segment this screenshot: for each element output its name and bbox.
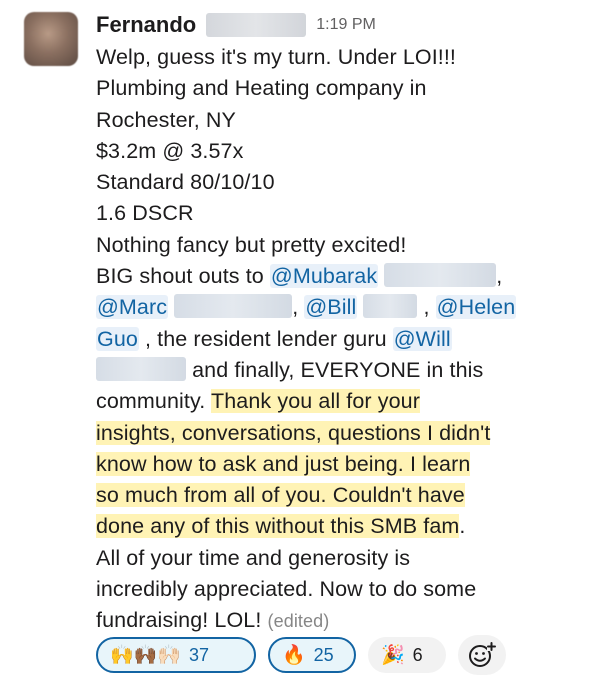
lender-text: , the resident lender guru	[138, 326, 393, 351]
reaction-count: 25	[313, 644, 334, 665]
mention-helen-surname[interactable]: Guo	[96, 326, 139, 351]
highlighted-text: know how to ask and just being. I learn	[96, 451, 471, 476]
mention-mubarak[interactable]: @Mubarak	[269, 264, 379, 289]
highlighted-text: insights, conversations, questions I did…	[96, 420, 491, 445]
message-line: community. Thank you all for your	[96, 386, 574, 417]
redacted-name	[174, 294, 293, 319]
message-header: Fernando 1:19 PM	[96, 10, 376, 40]
mention-marc[interactable]: @Marc	[96, 295, 169, 320]
message-line: and finally, EVERYONE in this	[96, 355, 574, 386]
author-name[interactable]: Fernando	[96, 12, 196, 38]
redacted-name	[96, 356, 186, 381]
reactions-bar: 🙌🙌🏾🙌🏻 37 🔥 25 🎉 6	[96, 635, 506, 675]
period: .	[459, 514, 466, 539]
highlighted-text: Thank you all for your	[211, 389, 420, 414]
finally-text: and finally, EVERYONE in this	[186, 357, 484, 382]
message-line: know how to ask and just being. I learn	[96, 449, 574, 480]
reaction-raised-hands[interactable]: 🙌🙌🏾🙌🏻 37	[96, 637, 256, 673]
reaction-count: 6	[412, 644, 423, 665]
mention-bill[interactable]: @Bill	[304, 295, 358, 320]
highlighted-text: so much from all of you. Couldn't have	[96, 483, 465, 508]
closing-text: fundraising! LOL!	[96, 608, 268, 633]
separator: ,	[417, 295, 436, 320]
mention-will[interactable]: @Will	[392, 326, 452, 351]
timestamp[interactable]: 1:19 PM	[316, 16, 376, 34]
raised-hands-icon: 🙌🙌🏾🙌🏻	[110, 645, 181, 666]
avatar[interactable]	[24, 12, 78, 66]
fire-icon: 🔥	[282, 645, 306, 666]
shout-text: BIG shout outs to	[96, 264, 270, 289]
edited-label: (edited)	[267, 611, 330, 632]
message-line: Standard 80/10/10	[96, 170, 275, 195]
message-line: Rochester, NY	[96, 107, 236, 132]
separator: ,	[292, 295, 305, 320]
message-line: so much from all of you. Couldn't have	[96, 480, 574, 511]
message-line: $3.2m @ 3.57x	[96, 138, 244, 163]
message-line: 1.6 DSCR	[96, 201, 194, 226]
add-emoji-icon	[469, 642, 496, 667]
reaction-fire[interactable]: 🔥 25	[268, 637, 356, 673]
highlighted-text: done any of this without this SMB fam	[96, 514, 460, 539]
mention-helen[interactable]: @Helen	[435, 295, 517, 320]
add-reaction-button[interactable]	[458, 635, 506, 675]
reaction-count: 37	[188, 644, 210, 665]
message-line: incredibly appreciated. Now to do some	[96, 577, 477, 602]
redacted-name	[363, 294, 418, 319]
message-body: Welp, guess it's my turn. Under LOI!!! P…	[96, 42, 574, 637]
party-popper-icon: 🎉	[381, 645, 405, 666]
message-line: insights, conversations, questions I did…	[96, 418, 574, 449]
message-line: done any of this without this SMB fam.	[96, 511, 574, 542]
message-line: Plumbing and Heating company in	[96, 76, 427, 101]
separator: ,	[496, 264, 503, 289]
message-line: Nothing fancy but pretty excited!	[96, 232, 407, 257]
reaction-tada[interactable]: 🎉 6	[368, 637, 446, 673]
message-line: All of your time and generosity is	[96, 545, 411, 570]
message-line: Welp, guess it's my turn. Under LOI!!!	[96, 45, 456, 69]
community-text: community.	[96, 389, 212, 414]
redacted-name	[384, 263, 497, 288]
redacted-surname	[206, 13, 307, 37]
message-line: Guo , the resident lender guru @Will	[96, 324, 574, 355]
message-line: fundraising! LOL! (edited)	[96, 605, 574, 636]
message-line: BIG shout outs to @Mubarak ,	[96, 261, 574, 292]
message-line: @Marc , @Bill , @Helen	[96, 292, 574, 323]
